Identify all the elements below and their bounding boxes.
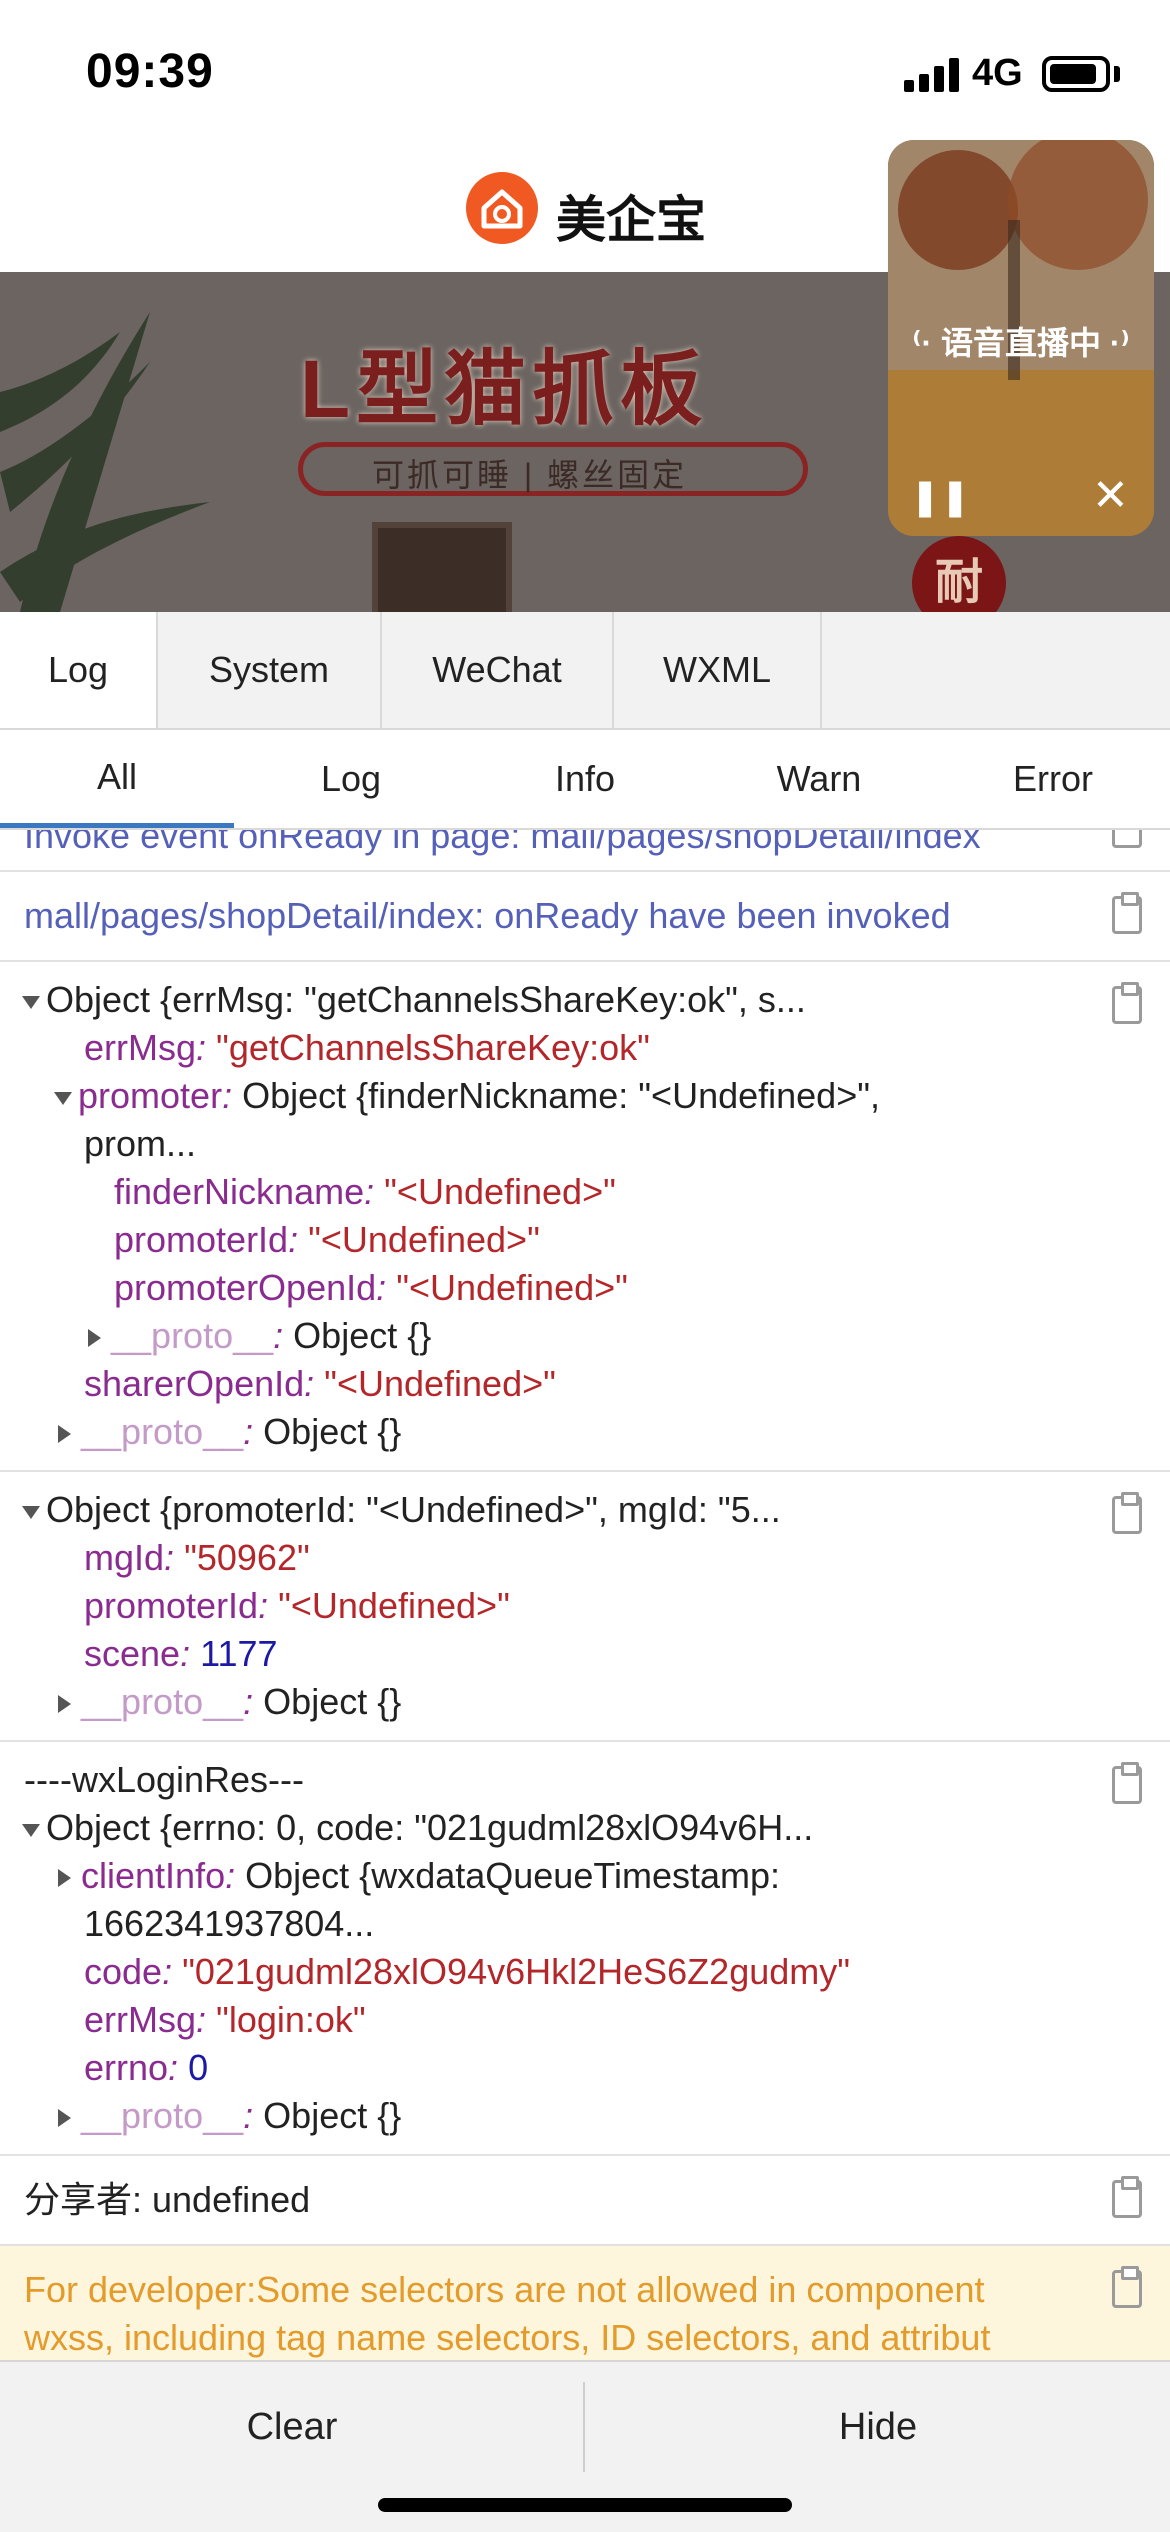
prop-errmsg: errMsg: "getChannelsShareKey:ok" [84, 1027, 650, 1068]
app-title: 美企宝 [556, 192, 706, 248]
footer-divider [583, 2382, 585, 2472]
copy-icon[interactable] [1112, 2266, 1142, 2308]
battery-icon [1042, 56, 1110, 92]
tab-wxml[interactable]: WXML [614, 612, 822, 728]
log-entry-wx-login: ----wxLoginRes--- Object {errno: 0, code… [0, 1742, 1170, 2156]
prop-sharer-openid: sharerOpenId: "<Undefined>" [84, 1363, 556, 1404]
expand-arrow-icon[interactable] [22, 1823, 40, 1837]
console-footer: Clear Hide [0, 2360, 1170, 2532]
object-summary[interactable]: Object {promoterId: "<Undefined>", mgId:… [22, 1486, 1070, 1534]
battery-cap [1114, 66, 1120, 82]
plant-leaf-decoration [0, 312, 210, 612]
log-entry-onready-event: Invoke event onReady in page: mall/pages… [0, 830, 1170, 872]
prop-scene: scene: 1177 [84, 1633, 278, 1674]
banner-subtitle: 可抓可睡 | 螺丝固定 [372, 457, 688, 493]
log-text: Invoke event onReady in page: mall/pages… [24, 830, 981, 856]
collapse-arrow-icon[interactable] [58, 2109, 71, 2128]
prop-promoter[interactable]: promoter: Object {finderNickname: "<Unde… [24, 1072, 1070, 1120]
prop-proto[interactable]: __proto__: Object {} [24, 1312, 1070, 1360]
log-entry-sharer: 分享者: undefined [0, 2156, 1170, 2246]
expand-arrow-icon[interactable] [22, 995, 40, 1009]
prop-promoter-id: promoterId: "<Undefined>" [114, 1219, 540, 1260]
network-type: 4G [972, 52, 1023, 94]
panel-tabs: Log System WeChat WXML [0, 612, 1170, 730]
collapse-arrow-icon[interactable] [58, 1425, 71, 1444]
log-entry-warning: For developer:Some selectors are not all… [0, 2246, 1170, 2360]
home-indicator[interactable] [378, 2498, 792, 2512]
prop-errmsg: errMsg: "login:ok" [84, 1999, 366, 2040]
banner-badge: 耐 [912, 536, 1006, 612]
prop-proto[interactable]: __proto__: Object {} [24, 1408, 1070, 1456]
prop-promoter-cont: prom... [84, 1123, 197, 1164]
log-text: 分享者: undefined [24, 2179, 311, 2220]
live-label: ⁽· 语音直播中 ·⁾ [912, 325, 1130, 361]
tab-log[interactable]: Log [0, 612, 158, 728]
prop-client-info[interactable]: clientInfo: Object {wxdataQueueTimestamp… [24, 1852, 1070, 1900]
log-entry-share-key: Object {errMsg: "getChannelsShareKey:ok"… [0, 962, 1170, 1472]
object-summary[interactable]: Object {errMsg: "getChannelsShareKey:ok"… [22, 976, 1070, 1024]
copy-icon[interactable] [1112, 2176, 1142, 2218]
signal-icon [904, 58, 962, 92]
status-bar: 09:39 4G [0, 0, 1170, 140]
cat-scratcher-image [372, 522, 512, 612]
filter-error[interactable]: Error [936, 730, 1170, 828]
prop-code: code: "021gudml28xlO94v6Hkl2HeS6Z2gudmy" [84, 1951, 851, 1992]
live-stream-float[interactable]: ⁽· 语音直播中 ·⁾ ❚❚ ✕ [888, 140, 1154, 536]
prop-mgid: mgId: "50962" [84, 1537, 310, 1578]
copy-icon[interactable] [1112, 830, 1142, 848]
collapse-arrow-icon[interactable] [88, 1329, 101, 1348]
object-summary[interactable]: Object {errno: 0, code: "021gudml28xlO94… [22, 1804, 1070, 1852]
log-entry-promoter-object: Object {promoterId: "<Undefined>", mgId:… [0, 1472, 1170, 1742]
prop-client-info-cont: 1662341937804... [84, 1903, 375, 1944]
copy-icon[interactable] [1112, 1762, 1142, 1804]
collapse-arrow-icon[interactable] [58, 1869, 71, 1888]
tab-wechat[interactable]: WeChat [382, 612, 614, 728]
filter-info[interactable]: Info [468, 730, 702, 828]
filter-tabs: All Log Info Warn Error [0, 730, 1170, 830]
copy-icon[interactable] [1112, 1492, 1142, 1534]
banner-title: L型猫抓板 [300, 344, 709, 435]
tab-system[interactable]: System [158, 612, 382, 728]
close-icon[interactable]: ✕ [1092, 470, 1129, 521]
log-label: ----wxLoginRes--- [24, 1759, 305, 1800]
filter-log[interactable]: Log [234, 730, 468, 828]
prop-finder-nickname: finderNickname: "<Undefined>" [114, 1171, 616, 1212]
copy-icon[interactable] [1112, 982, 1142, 1024]
status-time: 09:39 [86, 45, 214, 98]
prop-proto[interactable]: __proto__: Object {} [24, 2092, 1070, 2140]
log-list[interactable]: Invoke event onReady in page: mall/pages… [0, 830, 1170, 2360]
prop-proto[interactable]: __proto__: Object {} [24, 1678, 1070, 1726]
log-text: For developer:Some selectors are not all… [24, 2269, 985, 2310]
app-logo-icon [466, 172, 538, 244]
filter-warn[interactable]: Warn [702, 730, 936, 828]
expand-arrow-icon[interactable] [54, 1091, 72, 1105]
filter-all[interactable]: All [0, 730, 234, 828]
log-text: wxss, including tag name selectors, ID s… [24, 2317, 991, 2358]
expand-arrow-icon[interactable] [22, 1505, 40, 1519]
prop-promoter-openid: promoterOpenId: "<Undefined>" [114, 1267, 628, 1308]
log-text: mall/pages/shopDetail/index: onReady hav… [24, 895, 951, 936]
copy-icon[interactable] [1112, 892, 1142, 934]
pause-icon[interactable]: ❚❚ [910, 476, 970, 518]
log-entry-onready-invoked: mall/pages/shopDetail/index: onReady hav… [0, 872, 1170, 962]
collapse-arrow-icon[interactable] [58, 1695, 71, 1714]
prop-promoter-id: promoterId: "<Undefined>" [84, 1585, 510, 1626]
hide-button[interactable]: Hide [586, 2362, 1170, 2492]
clear-button[interactable]: Clear [0, 2362, 584, 2492]
prop-errno: errno: 0 [84, 2047, 209, 2088]
